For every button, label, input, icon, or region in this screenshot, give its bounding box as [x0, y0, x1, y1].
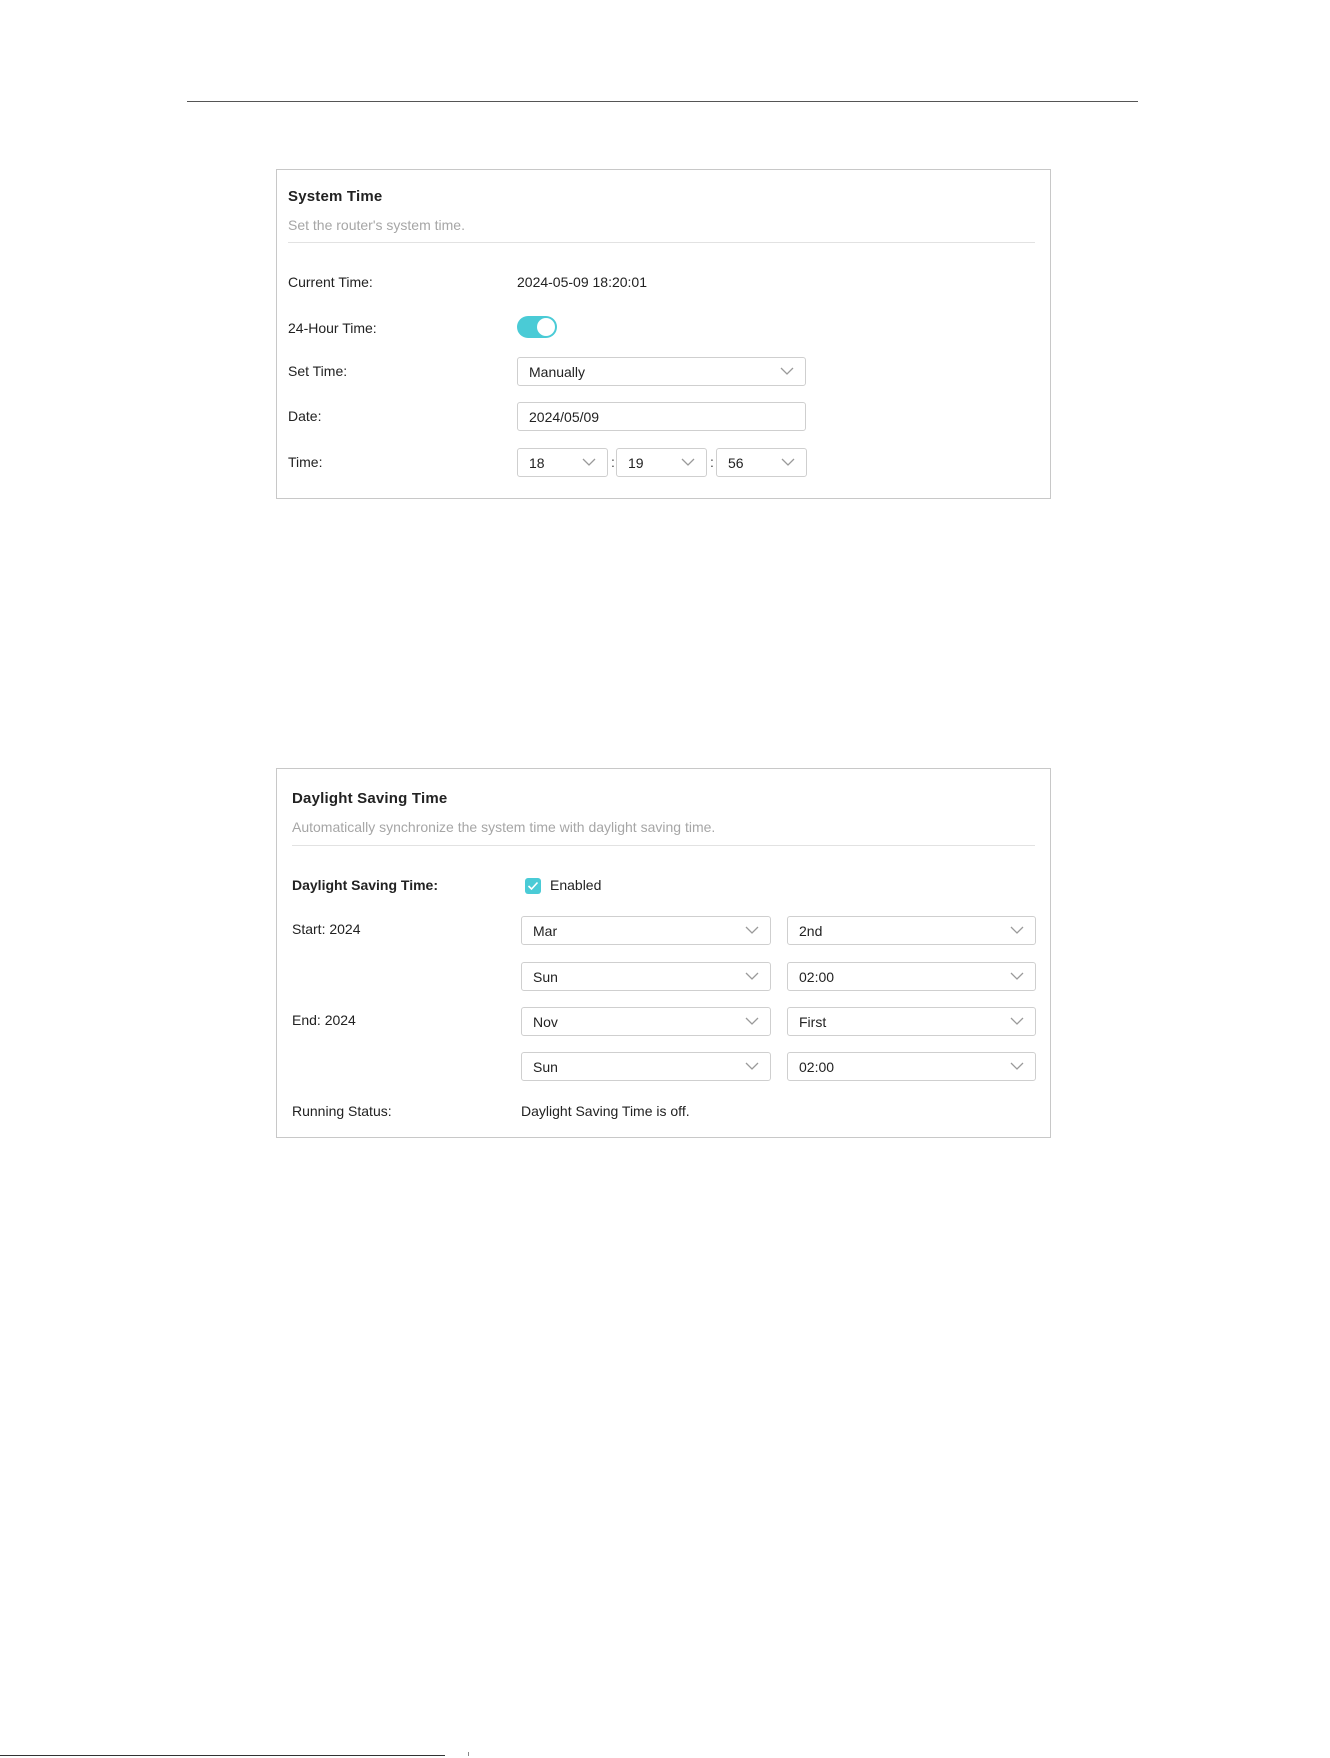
- start-label: Start: 2024: [292, 921, 361, 937]
- end-week-select[interactable]: First: [787, 1007, 1036, 1036]
- start-week-value: 2nd: [799, 923, 823, 939]
- chevron-down-icon: [745, 1017, 759, 1025]
- end-week-value: First: [799, 1014, 827, 1030]
- hour-select-value: 18: [529, 455, 545, 471]
- chevron-down-icon: [1010, 1017, 1024, 1025]
- system-time-panel: System Time Set the router's system time…: [276, 169, 1051, 499]
- dst-divider: [292, 845, 1035, 846]
- chevron-down-icon: [745, 926, 759, 934]
- hour24-toggle[interactable]: [517, 316, 557, 338]
- end-time-select[interactable]: 02:00: [787, 1052, 1036, 1081]
- chevron-down-icon: [681, 458, 695, 466]
- dst-enabled-text: Enabled: [550, 877, 602, 893]
- time-separator: :: [611, 454, 615, 470]
- check-icon: [527, 881, 539, 891]
- set-time-label: Set Time:: [288, 363, 348, 379]
- current-time-value: 2024-05-09 18:20:01: [517, 274, 647, 290]
- start-day-select[interactable]: Sun: [521, 962, 771, 991]
- set-time-select[interactable]: Manually: [517, 357, 806, 386]
- start-month-value: Mar: [533, 923, 558, 939]
- minute-select[interactable]: 19: [616, 448, 707, 477]
- current-time-label: Current Time:: [288, 274, 373, 290]
- dst-panel: Daylight Saving Time Automatically synch…: [276, 768, 1051, 1138]
- end-month-value: Nov: [533, 1014, 558, 1030]
- start-time-value: 02:00: [799, 969, 835, 985]
- end-label: End: 2024: [292, 1012, 356, 1028]
- chevron-down-icon: [745, 972, 759, 980]
- chevron-down-icon: [582, 458, 596, 466]
- start-time-select[interactable]: 02:00: [787, 962, 1036, 991]
- second-select[interactable]: 56: [716, 448, 807, 477]
- end-time-value: 02:00: [799, 1059, 835, 1075]
- time-separator: :: [710, 454, 714, 470]
- dst-enabled-checkbox[interactable]: [525, 878, 541, 894]
- running-status-label: Running Status:: [292, 1103, 392, 1119]
- system-time-divider: [288, 242, 1035, 243]
- hour24-label: 24-Hour Time:: [288, 320, 377, 336]
- header-rule: [187, 101, 1138, 102]
- chevron-down-icon: [781, 458, 795, 466]
- footer-rule: [0, 1755, 445, 1756]
- end-month-select[interactable]: Nov: [521, 1007, 771, 1036]
- date-input[interactable]: 2024/05/09: [517, 402, 806, 431]
- dst-description: Automatically synchronize the system tim…: [292, 819, 716, 835]
- start-month-select[interactable]: Mar: [521, 916, 771, 945]
- minute-select-value: 19: [628, 455, 644, 471]
- dst-enable-label: Daylight Saving Time:: [292, 877, 438, 893]
- dst-title: Daylight Saving Time: [292, 790, 448, 807]
- system-time-description: Set the router's system time.: [288, 217, 465, 233]
- start-day-value: Sun: [533, 969, 558, 985]
- start-week-select[interactable]: 2nd: [787, 916, 1036, 945]
- date-label: Date:: [288, 408, 322, 424]
- time-label: Time:: [288, 454, 323, 470]
- chevron-down-icon: [745, 1062, 759, 1070]
- system-time-title: System Time: [288, 188, 383, 205]
- footer-mark: [468, 1752, 469, 1756]
- end-day-value: Sun: [533, 1059, 558, 1075]
- chevron-down-icon: [1010, 926, 1024, 934]
- chevron-down-icon: [1010, 1062, 1024, 1070]
- toggle-knob: [537, 318, 555, 336]
- set-time-select-value: Manually: [529, 364, 586, 380]
- hour-select[interactable]: 18: [517, 448, 608, 477]
- running-status-value: Daylight Saving Time is off.: [521, 1103, 690, 1119]
- chevron-down-icon: [780, 367, 794, 375]
- date-input-value: 2024/05/09: [529, 409, 600, 425]
- chevron-down-icon: [1010, 972, 1024, 980]
- second-select-value: 56: [728, 455, 744, 471]
- end-day-select[interactable]: Sun: [521, 1052, 771, 1081]
